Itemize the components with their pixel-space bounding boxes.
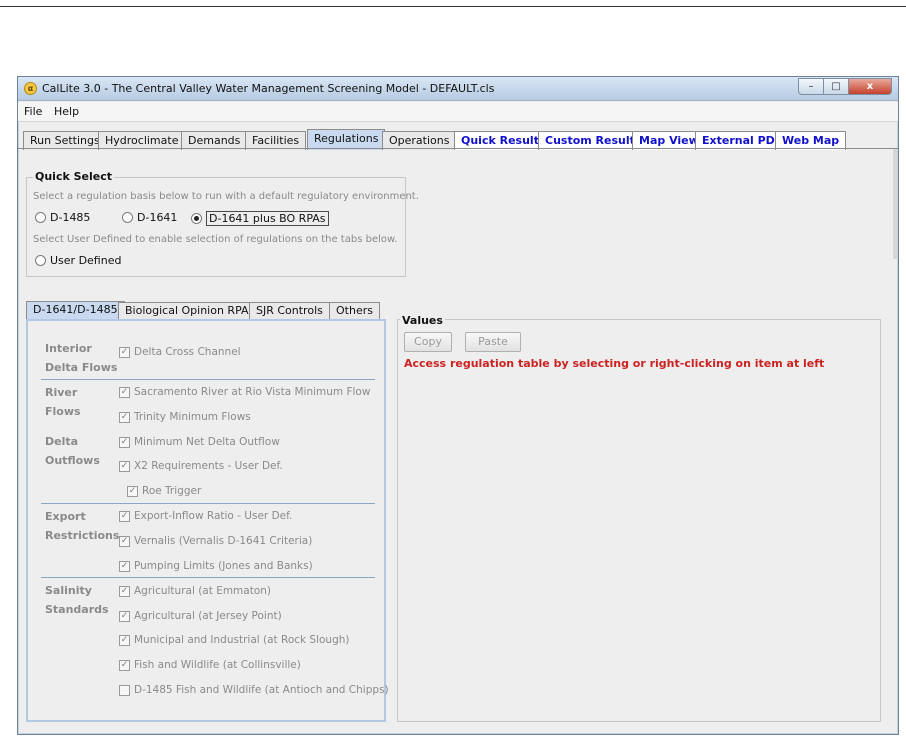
check-agricultural-jersey-point[interactable]: ✓ Agricultural (at Jersey Point) bbox=[119, 610, 282, 622]
subtab-others[interactable]: Others bbox=[329, 302, 380, 320]
radio-indicator bbox=[191, 213, 202, 224]
check-label: Pumping Limits (Jones and Banks) bbox=[134, 560, 313, 572]
minimize-button[interactable]: – bbox=[798, 78, 824, 95]
radio-indicator bbox=[122, 212, 133, 223]
checkbox-box: ✓ bbox=[119, 346, 130, 358]
category-delta-outflows: Delta Outflows bbox=[45, 435, 100, 467]
values-title: Values bbox=[400, 314, 445, 327]
radio-label: D-1641 bbox=[137, 211, 178, 224]
check-label: Trinity Minimum Flows bbox=[134, 411, 251, 423]
checkbox-box: ✓ bbox=[119, 585, 130, 597]
check-municipal-industrial[interactable]: ✓ Municipal and Industrial (at Rock Slou… bbox=[119, 634, 350, 646]
check-d1485-fish-wildlife[interactable]: D-1485 Fish and Wildlife (at Antioch and… bbox=[119, 684, 389, 696]
app-icon: α bbox=[24, 82, 37, 95]
category-interior-delta-flows: Interior Delta Flows bbox=[45, 342, 118, 374]
check-fish-wildlife-collinsville[interactable]: ✓ Fish and Wildlife (at Collinsville) bbox=[119, 659, 301, 671]
check-label: Municipal and Industrial (at Rock Slough… bbox=[134, 634, 350, 646]
check-label: Fish and Wildlife (at Collinsville) bbox=[134, 659, 301, 671]
check-label: Agricultural (at Jersey Point) bbox=[134, 610, 282, 622]
menu-file[interactable]: File bbox=[24, 105, 42, 118]
quick-select-title: Quick Select bbox=[33, 170, 115, 183]
radio-user-defined[interactable]: User Defined bbox=[35, 254, 121, 267]
check-label: Agricultural (at Emmaton) bbox=[134, 585, 272, 597]
menu-bar: File Help bbox=[18, 102, 898, 122]
check-roe-trigger[interactable]: ✓ Roe Trigger bbox=[127, 485, 201, 497]
radio-d1485[interactable]: D-1485 bbox=[35, 211, 90, 224]
subtab-biological-opinion-rpas[interactable]: Biological Opinion RPAs bbox=[118, 302, 262, 320]
checkbox-box: ✓ bbox=[119, 634, 130, 646]
copy-button[interactable]: Copy bbox=[404, 332, 452, 352]
check-label: Roe Trigger bbox=[142, 485, 202, 497]
section-divider bbox=[41, 577, 375, 578]
check-vernalis[interactable]: ✓ Vernalis (Vernalis D-1641 Criteria) bbox=[119, 535, 312, 547]
radio-label: D-1641 plus BO RPAs bbox=[206, 211, 329, 226]
section-divider bbox=[41, 379, 375, 380]
page-top-rule bbox=[0, 6, 906, 7]
subtab-sjr-controls[interactable]: SJR Controls bbox=[249, 302, 330, 320]
app-window: α CalLite 3.0 - The Central Valley Water… bbox=[17, 76, 899, 735]
check-pumping-limits[interactable]: ✓ Pumping Limits (Jones and Banks) bbox=[119, 560, 313, 572]
check-label: Vernalis (Vernalis D-1641 Criteria) bbox=[134, 535, 313, 547]
close-button[interactable]: x bbox=[848, 78, 892, 95]
checkbox-box: ✓ bbox=[119, 510, 130, 522]
check-trinity-minimum-flows[interactable]: ✓ Trinity Minimum Flows bbox=[119, 411, 251, 423]
tab-underline bbox=[18, 148, 898, 149]
window-title: CalLite 3.0 - The Central Valley Water M… bbox=[42, 82, 495, 95]
radio-indicator bbox=[35, 255, 46, 266]
checkbox-box: ✓ bbox=[119, 460, 130, 472]
right-scrollbar[interactable] bbox=[893, 149, 897, 259]
quick-select-hint: Select a regulation basis below to run w… bbox=[33, 191, 419, 202]
radio-d1641-bo-rpas[interactable]: D-1641 plus BO RPAs bbox=[191, 211, 329, 226]
check-minimum-net-delta-outflow[interactable]: ✓ Minimum Net Delta Outflow bbox=[119, 436, 280, 448]
section-divider bbox=[41, 503, 375, 504]
radio-indicator bbox=[35, 212, 46, 223]
check-agricultural-emmaton[interactable]: ✓ Agricultural (at Emmaton) bbox=[119, 585, 271, 597]
checkbox-box: ✓ bbox=[119, 610, 130, 622]
regulations-panel: Interior Delta Flows River Flows Delta O… bbox=[26, 319, 389, 722]
title-bar[interactable]: α CalLite 3.0 - The Central Valley Water… bbox=[18, 77, 898, 101]
check-sacramento-rio-vista[interactable]: ✓ Sacramento River at Rio Vista Minimum … bbox=[119, 386, 370, 398]
paste-button[interactable]: Paste bbox=[465, 332, 521, 352]
check-export-inflow-ratio[interactable]: ✓ Export-Inflow Ratio - User Def. bbox=[119, 510, 292, 522]
radio-d1641[interactable]: D-1641 bbox=[122, 211, 177, 224]
checkbox-box: ✓ bbox=[119, 436, 130, 448]
checkbox-box: ✓ bbox=[119, 560, 130, 572]
checkbox-box: ✓ bbox=[119, 535, 130, 547]
maximize-button[interactable]: □ bbox=[823, 78, 849, 95]
radio-label: D-1485 bbox=[50, 211, 91, 224]
quick-select-group: Quick Select Select a regulation basis b… bbox=[26, 170, 419, 277]
checkbox-box bbox=[119, 684, 130, 696]
check-label: X2 Requirements - User Def. bbox=[134, 460, 283, 472]
check-label: Export-Inflow Ratio - User Def. bbox=[134, 510, 293, 522]
category-export-restrictions: Export Restrictions bbox=[45, 510, 120, 542]
window-controls: – □ x bbox=[798, 78, 892, 95]
check-delta-cross-channel[interactable]: ✓ Delta Cross Channel bbox=[119, 346, 241, 358]
main-tab-bar: Run Settings Hydroclimate Demands Facili… bbox=[18, 129, 898, 150]
checkbox-box: ✓ bbox=[119, 411, 130, 423]
check-label: Minimum Net Delta Outflow bbox=[134, 436, 280, 448]
subtab-d1641-d1485[interactable]: D-1641/D-1485 bbox=[26, 301, 125, 321]
values-panel: Values Copy Paste Access regulation tabl… bbox=[397, 314, 881, 722]
category-salinity-standards: Salinity Standards bbox=[45, 584, 109, 616]
radio-label: User Defined bbox=[50, 254, 122, 267]
checkbox-box: ✓ bbox=[127, 485, 138, 497]
values-message: Access regulation table by selecting or … bbox=[404, 357, 825, 370]
check-label: Sacramento River at Rio Vista Minimum Fl… bbox=[134, 386, 371, 398]
check-label: D-1485 Fish and Wildlife (at Antioch and… bbox=[134, 684, 389, 696]
check-label: Delta Cross Channel bbox=[134, 346, 241, 358]
check-x2-requirements[interactable]: ✓ X2 Requirements - User Def. bbox=[119, 460, 283, 472]
user-defined-hint: Select User Defined to enable selection … bbox=[33, 234, 398, 245]
checkbox-box: ✓ bbox=[119, 659, 130, 671]
checkbox-box: ✓ bbox=[119, 386, 130, 398]
tab-regulations[interactable]: Regulations bbox=[307, 129, 386, 150]
category-river-flows: River Flows bbox=[45, 386, 81, 418]
menu-help[interactable]: Help bbox=[54, 105, 79, 118]
